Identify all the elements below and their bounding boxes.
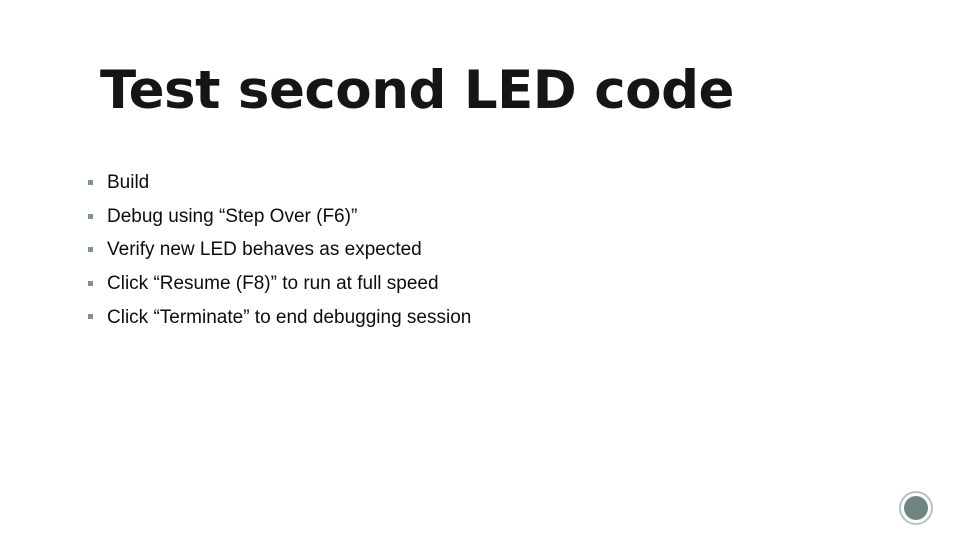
- list-item-label: Click “Terminate” to end debugging sessi…: [107, 306, 472, 328]
- bullet-square-icon: [88, 180, 93, 185]
- bullet-square-icon: [88, 314, 93, 320]
- circle-accent-icon: [899, 491, 933, 525]
- bullet-square-icon: [88, 247, 93, 253]
- slide-canvas: Test second LED code Build Debug using “…: [0, 0, 960, 540]
- list-item: Click “Resume (F8)” to run at full speed: [88, 267, 888, 301]
- list-item-label: Debug using “Step Over (F6)”: [107, 205, 358, 227]
- list-item-label: Build: [107, 172, 150, 194]
- list-item: Debug using “Step Over (F6)”: [88, 200, 888, 234]
- list-item-label: Verify new LED behaves as expected: [107, 239, 422, 261]
- page-title: Test second LED code: [100, 62, 880, 120]
- list-item: Verify new LED behaves as expected: [88, 233, 888, 267]
- list-item: Click “Terminate” to end debugging sessi…: [88, 300, 888, 334]
- list-item: Build: [88, 166, 888, 200]
- bullet-square-icon: [88, 213, 93, 219]
- bullet-list: Build Debug using “Step Over (F6)” Verif…: [88, 166, 888, 334]
- circle-accent-fill: [904, 496, 928, 520]
- list-item-label: Click “Resume (F8)” to run at full speed: [107, 273, 439, 295]
- bullet-square-icon: [88, 280, 93, 286]
